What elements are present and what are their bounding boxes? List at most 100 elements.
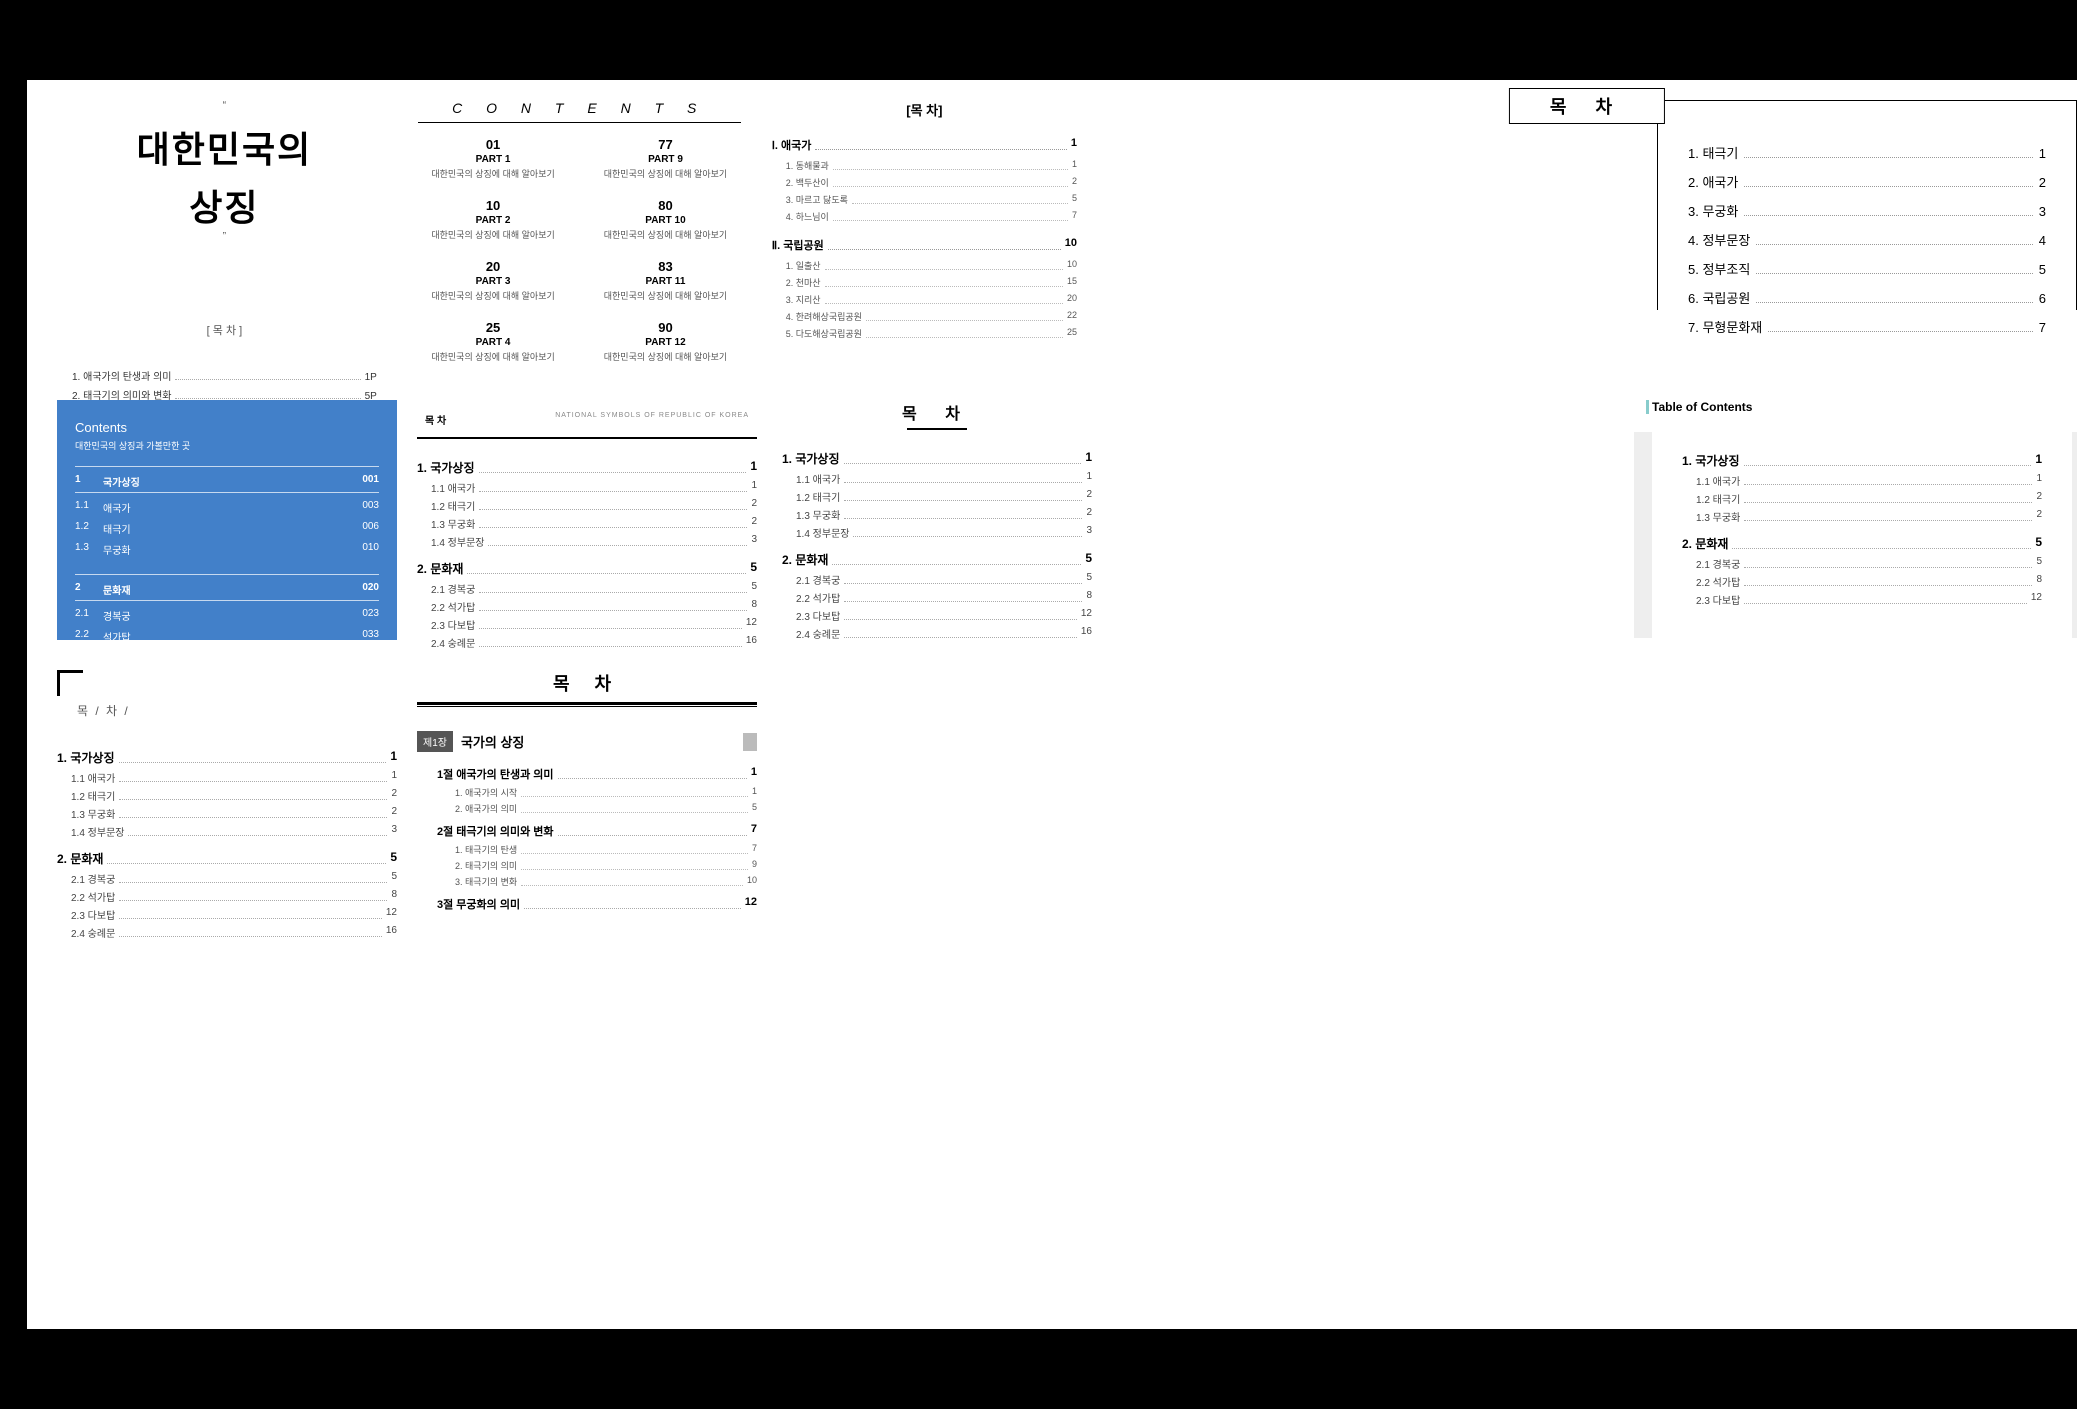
item-row: 1.2 태극기 2 xyxy=(1682,491,2042,506)
item-title: 1.3 무궁화 xyxy=(71,806,115,821)
leaf-title: 2. 애국가의 의미 xyxy=(455,802,517,815)
part-label: PART 12 xyxy=(594,337,736,348)
part-desc: 대한민국의 상징에 대해 알아보기 xyxy=(422,289,564,302)
dot-leader xyxy=(825,259,1063,270)
item-page: 12 xyxy=(1081,608,1092,623)
item-page: 5 xyxy=(751,581,757,596)
dot-leader xyxy=(1744,452,2032,466)
item-title: 1.4 정부문장 xyxy=(71,824,124,839)
divider xyxy=(417,702,757,707)
part-block: 77 PART 9 대한민국의 상징에 대해 알아보기 xyxy=(594,137,736,180)
dot-leader xyxy=(119,925,382,937)
toc-row: 2. 애국가 2 xyxy=(1688,172,2046,191)
item-title: 1.2 태극기 xyxy=(796,489,840,504)
item-title: 7. 무형문화재 xyxy=(1688,317,1762,336)
toc-template-2: C O N T E N T S 01 PART 1 대한민국의 상징에 대해 알… xyxy=(412,100,747,380)
item-title: 1.2 태극기 xyxy=(1696,491,1740,506)
section-page: 5 xyxy=(750,560,757,577)
item-row: 1.4 정부문장 3 xyxy=(782,525,1092,540)
group-page: 020 xyxy=(339,582,379,597)
divider xyxy=(75,600,379,601)
section-row: 2. 문화재 5 xyxy=(782,551,1092,568)
item-row: 2.3 다보탑 12 xyxy=(57,907,397,922)
toc-row: 5. 정부조직 5 xyxy=(1688,259,2046,278)
item-page: 12 xyxy=(746,617,757,632)
part-page: 25 xyxy=(422,320,564,335)
item-title: 3. 마르고 닳도록 xyxy=(786,193,848,206)
part-page: 01 xyxy=(422,137,564,152)
divider xyxy=(75,492,379,493)
toc-row: 3. 무궁화 3 xyxy=(1688,201,2046,220)
contents-heading: C O N T E N T S xyxy=(412,100,747,116)
dot-leader xyxy=(479,599,747,611)
item-title: 1.3 무궁화 xyxy=(431,516,475,531)
dot-leader xyxy=(866,327,1063,338)
dot-leader xyxy=(844,572,1082,584)
row-title: 경복궁 xyxy=(103,608,339,623)
toc-template-10: 목 차 제1장 국가의 상징 1절 애국가의 탄생과 의미 1 1. 애국가의 … xyxy=(417,670,757,970)
table-row: 1.3 무궁화 010 xyxy=(75,539,379,560)
item-title: 2. 백두산이 xyxy=(786,176,829,189)
toc-row: 1. 태극기 1 xyxy=(1688,143,2046,162)
dot-leader xyxy=(833,176,1068,187)
row-title: 무궁화 xyxy=(103,542,339,557)
dot-leader xyxy=(844,507,1082,519)
leaf-row: 1. 애국가의 시작 1 xyxy=(455,786,757,799)
item-title: 2. 애국가 xyxy=(1688,172,1738,191)
item-row: 1.2 태극기 2 xyxy=(782,489,1092,504)
part-page: 20 xyxy=(422,259,564,274)
item-title: 1. 일출산 xyxy=(786,259,821,272)
section-title: 2. 문화재 xyxy=(782,551,828,568)
section-row: 2. 문화재 5 xyxy=(417,560,757,577)
group-title: 문화재 xyxy=(103,582,339,597)
leaf-title: 2. 태극기의 의미 xyxy=(455,859,517,872)
table-row: 2.1 경복궁 023 xyxy=(75,605,379,626)
part-block: 80 PART 10 대한민국의 상징에 대해 알아보기 xyxy=(594,198,736,241)
part-page: 10 xyxy=(422,198,564,213)
item-title: 2.1 경복궁 xyxy=(796,572,840,587)
item-title: 2.1 경복궁 xyxy=(431,581,475,596)
part-block: 01 PART 1 대한민국의 상징에 대해 알아보기 xyxy=(422,137,564,180)
item-row: 1.2 태극기 2 xyxy=(57,788,397,803)
divider xyxy=(75,574,379,575)
part-desc: 대한민국의 상징에 대해 알아보기 xyxy=(594,167,736,180)
item-title: 2.3 다보탑 xyxy=(1696,592,1740,607)
item-title: 2.3 다보탑 xyxy=(71,907,115,922)
toc-row: 3. 마르고 닳도록 5 xyxy=(772,193,1077,206)
item-title: 2.4 숭례문 xyxy=(796,626,840,641)
item-page: 2 xyxy=(1072,176,1077,189)
part-label: PART 2 xyxy=(422,215,564,226)
row-num: 2.2 xyxy=(75,629,103,644)
item-row: 1.2 태극기 2 xyxy=(417,498,757,513)
table-row: 2.3 다보탑 039 xyxy=(75,647,379,668)
item-page: 16 xyxy=(386,925,397,940)
section-page: 1 xyxy=(390,749,397,766)
item-row: 2.4 숭례문 16 xyxy=(57,925,397,940)
item-row: 1.1 애국가 1 xyxy=(782,471,1092,486)
dot-leader xyxy=(521,843,748,854)
toc-template-5: Contents 대한민국의 상징과 가볼만한 곳 1 국가상징 001 1.1… xyxy=(57,400,397,640)
item-page: 2 xyxy=(2039,175,2046,190)
dot-leader xyxy=(521,875,743,886)
item-page: 1 xyxy=(1072,159,1077,172)
group-head: 2 문화재 020 xyxy=(75,579,379,600)
item-page: 20 xyxy=(1067,293,1077,306)
item-page: 5 xyxy=(1072,193,1077,206)
item-title: 3. 지리산 xyxy=(786,293,821,306)
chapter-chip: 제1장 국가의 상징 xyxy=(417,731,757,752)
dot-leader xyxy=(479,459,747,473)
dot-leader xyxy=(1744,186,2032,187)
quote-open: “ xyxy=(57,100,392,111)
sub-page: 12 xyxy=(745,896,757,912)
item-page: 7 xyxy=(1072,210,1077,223)
item-row: 1.4 정부문장 3 xyxy=(57,824,397,839)
row-num: 1.2 xyxy=(75,521,103,536)
item-page: 10 xyxy=(1067,259,1077,272)
leaf-title: 1. 태극기의 탄생 xyxy=(455,843,517,856)
toc-row: 6. 국립공원 6 xyxy=(1688,288,2046,307)
dot-leader xyxy=(844,626,1077,638)
item-row: 1.1 애국가 1 xyxy=(1682,473,2042,488)
item-page: 7 xyxy=(2039,320,2046,335)
dot-leader xyxy=(853,525,1082,537)
bar-right: NATIONAL SYMBOLS OF REPUBLIC OF KOREA xyxy=(555,412,749,419)
